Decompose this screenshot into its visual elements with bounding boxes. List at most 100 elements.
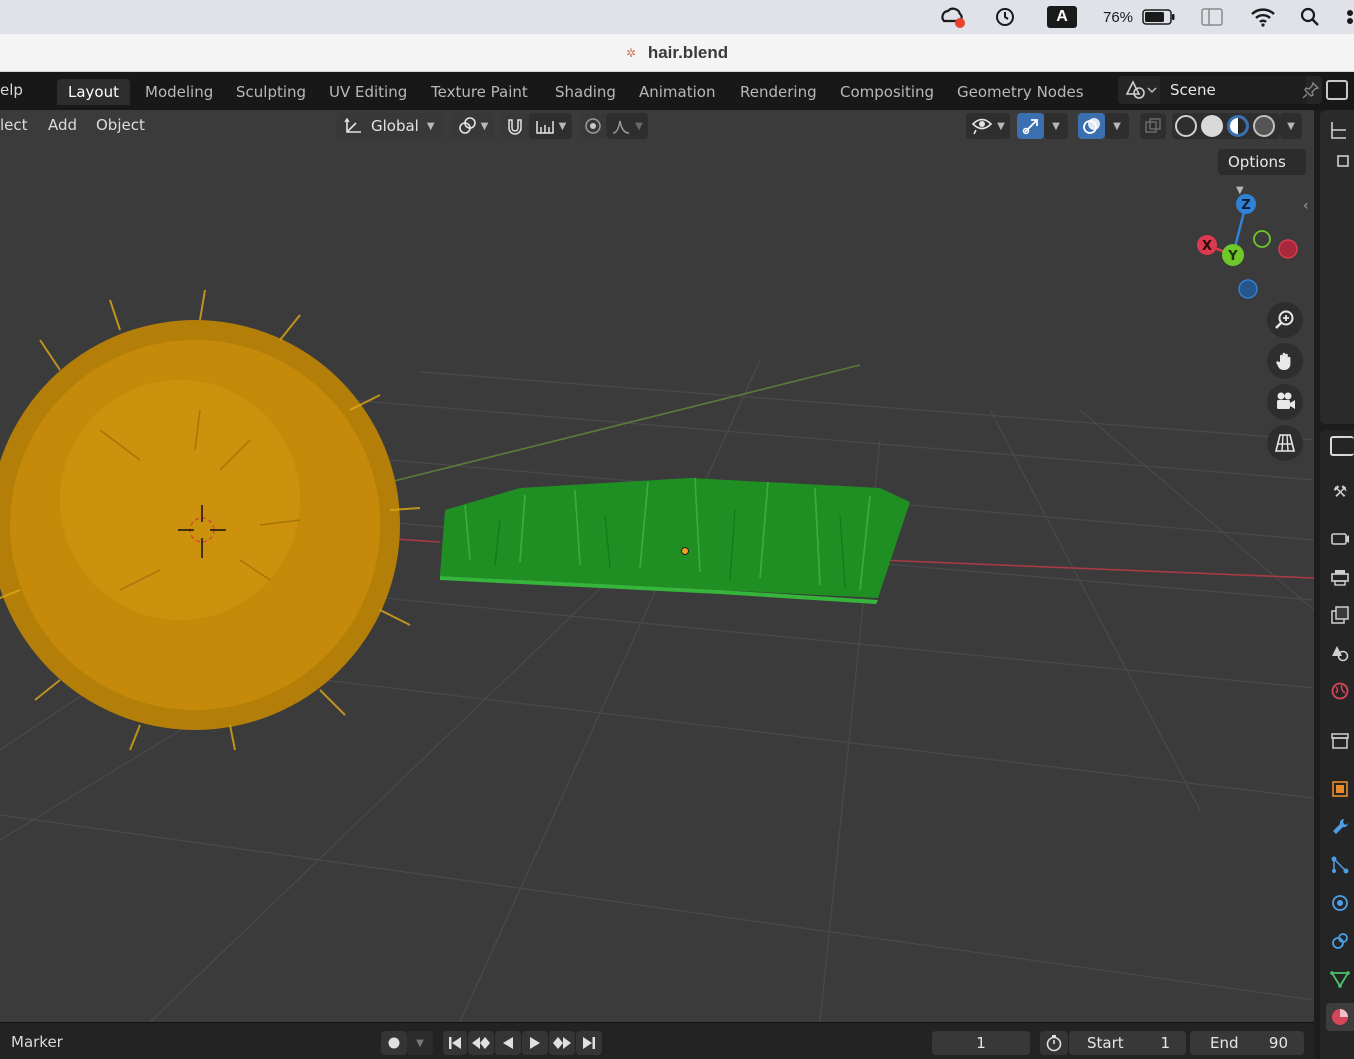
outliner-panel[interactable] [1320, 110, 1354, 424]
snap-toggle[interactable] [501, 113, 529, 139]
snap-target-dropdown[interactable]: ▼ [529, 113, 572, 139]
chevron-down-icon: ▼ [1236, 185, 1244, 196]
sidebar-toggle-icon[interactable] [1198, 0, 1226, 34]
play-reverse-button[interactable] [495, 1031, 521, 1055]
use-preview-range-toggle[interactable] [1040, 1031, 1068, 1055]
jump-to-keyframe-back-button[interactable] [468, 1031, 494, 1055]
tab-layout[interactable]: Layout [57, 79, 130, 105]
view-layer-properties-tab-icon[interactable] [1326, 601, 1354, 629]
gizmo-y-label: Y [1227, 249, 1238, 264]
window-title-bar: ✲ hair.blend [0, 34, 1354, 72]
output-properties-tab-icon[interactable] [1326, 563, 1354, 591]
show-gizmo-toggle[interactable] [1017, 113, 1044, 139]
perspective-toggle-icon[interactable] [1267, 425, 1303, 461]
grass-patch-object [440, 477, 910, 604]
xray-toggle[interactable] [1140, 113, 1166, 139]
tab-rendering[interactable]: Rendering [729, 79, 828, 105]
auto-keying-toggle[interactable] [381, 1031, 407, 1055]
world-properties-tab-icon[interactable] [1326, 677, 1354, 705]
particle-properties-tab-icon[interactable] [1326, 851, 1354, 879]
control-center-icon[interactable] [1340, 0, 1354, 34]
scene-name[interactable]: Scene [1160, 76, 1306, 104]
current-frame-field[interactable]: 1 [932, 1031, 1030, 1055]
menu-add[interactable]: Add [48, 110, 77, 140]
chevron-down-icon: ▼ [1287, 120, 1295, 132]
record-icon [388, 1037, 400, 1049]
magnet-icon [508, 119, 522, 135]
jump-to-end-button[interactable] [576, 1031, 602, 1055]
modifier-properties-tab-icon[interactable] [1326, 813, 1354, 841]
spotlight-search-icon[interactable] [1296, 0, 1324, 34]
physics-properties-tab-icon[interactable] [1326, 889, 1354, 917]
viewport-header: lect Add Object Global ▼ ▼ ▼ ▼ ▼ ▼ ▼ ▼ [0, 110, 1314, 142]
render-properties-tab-icon[interactable] [1326, 524, 1354, 552]
collection-properties-tab-icon[interactable] [1326, 727, 1354, 755]
pin-icon[interactable] [1302, 81, 1320, 103]
data-properties-tab-icon[interactable] [1326, 965, 1354, 993]
overlays-dropdown[interactable]: ▼ [1105, 113, 1129, 139]
options-dropdown[interactable]: Options ▼ [1218, 149, 1306, 196]
menu-marker[interactable]: Marker [11, 1023, 63, 1059]
proportional-falloff-dropdown[interactable]: ▼ [606, 113, 648, 139]
pan-hand-icon[interactable] [1267, 343, 1303, 379]
start-frame-field[interactable]: Start 1 [1069, 1031, 1186, 1055]
zoom-icon[interactable] [1267, 302, 1303, 338]
chevron-down-icon: ▼ [1113, 120, 1121, 132]
camera-view-icon[interactable] [1267, 384, 1303, 420]
solid-shading-icon[interactable] [1201, 115, 1223, 137]
menu-select[interactable]: lect [0, 110, 28, 140]
time-machine-icon[interactable] [990, 0, 1020, 34]
tab-geometry-nodes[interactable]: Geometry Nodes [946, 79, 1095, 105]
window-title: hair.blend [647, 42, 729, 62]
gizmo-neg-x[interactable] [1278, 239, 1298, 259]
rendered-shading-icon[interactable] [1253, 115, 1275, 137]
wifi-icon[interactable] [1248, 0, 1278, 34]
tab-compositing[interactable]: Compositing [829, 79, 945, 105]
shading-dropdown[interactable]: ▼ [1280, 113, 1302, 139]
show-overlays-toggle[interactable] [1078, 113, 1105, 139]
battery-icon[interactable] [1140, 0, 1178, 34]
gizmo-neg-z[interactable] [1238, 279, 1258, 299]
proportional-icon [585, 118, 601, 134]
pivot-point-dropdown[interactable]: ▼ [451, 113, 494, 139]
jump-to-start-button[interactable] [443, 1031, 467, 1055]
tool-properties-tab-icon[interactable]: ⚒ [1326, 477, 1354, 505]
creative-cloud-icon[interactable] [936, 0, 968, 34]
tab-animation[interactable]: Animation [628, 79, 726, 105]
input-source-indicator[interactable]: A [1046, 0, 1078, 34]
navigation-gizmo[interactable]: Z X Y [1190, 190, 1300, 300]
3d-viewport[interactable]: Z X Y [0, 110, 1314, 1022]
tab-sculpting[interactable]: Sculpting [225, 79, 317, 105]
wireframe-shading-icon[interactable] [1175, 115, 1197, 137]
object-properties-tab-icon[interactable] [1326, 775, 1354, 803]
gizmo-dropdown[interactable]: ▼ [1044, 113, 1068, 139]
material-preview-shading-icon[interactable] [1227, 115, 1249, 137]
properties-editor-icon[interactable] [1330, 436, 1354, 456]
jump-to-keyframe-forward-button[interactable] [549, 1031, 575, 1055]
scene-selector[interactable]: Scene [1118, 76, 1322, 104]
end-frame-field[interactable]: End 90 [1190, 1031, 1304, 1055]
next-keyframe-icon [553, 1037, 571, 1049]
menu-object[interactable]: Object [96, 110, 145, 140]
play-button[interactable] [522, 1031, 548, 1055]
chevron-down-icon: ▼ [635, 120, 643, 132]
chevron-down-icon: ▼ [558, 120, 567, 132]
sidebar-collapse-arrow-icon[interactable]: ‹ [1303, 198, 1309, 214]
material-properties-tab-icon[interactable] [1326, 1003, 1354, 1031]
transform-orientation-dropdown[interactable]: Global ▼ [337, 113, 443, 139]
gizmo-neg-y[interactable] [1253, 230, 1271, 248]
menu-help[interactable]: elp [0, 72, 23, 110]
scene-properties-tab-icon[interactable] [1326, 639, 1354, 667]
chevron-down-icon: ▼ [426, 120, 435, 132]
proportional-editing-toggle[interactable] [580, 113, 606, 139]
tab-modeling[interactable]: Modeling [134, 79, 224, 105]
tab-shading[interactable]: Shading [544, 79, 627, 105]
tab-texture-paint[interactable]: Texture Paint [420, 79, 539, 105]
new-scene-icon[interactable] [1326, 80, 1348, 100]
chevron-down-icon: ▼ [480, 120, 489, 132]
tab-uv-editing[interactable]: UV Editing [318, 79, 418, 105]
scene-icon[interactable] [1124, 79, 1158, 101]
constraint-properties-tab-icon[interactable] [1326, 927, 1354, 955]
visibility-dropdown[interactable]: ▼ [966, 113, 1010, 139]
keying-dropdown[interactable]: ▼ [407, 1031, 433, 1055]
